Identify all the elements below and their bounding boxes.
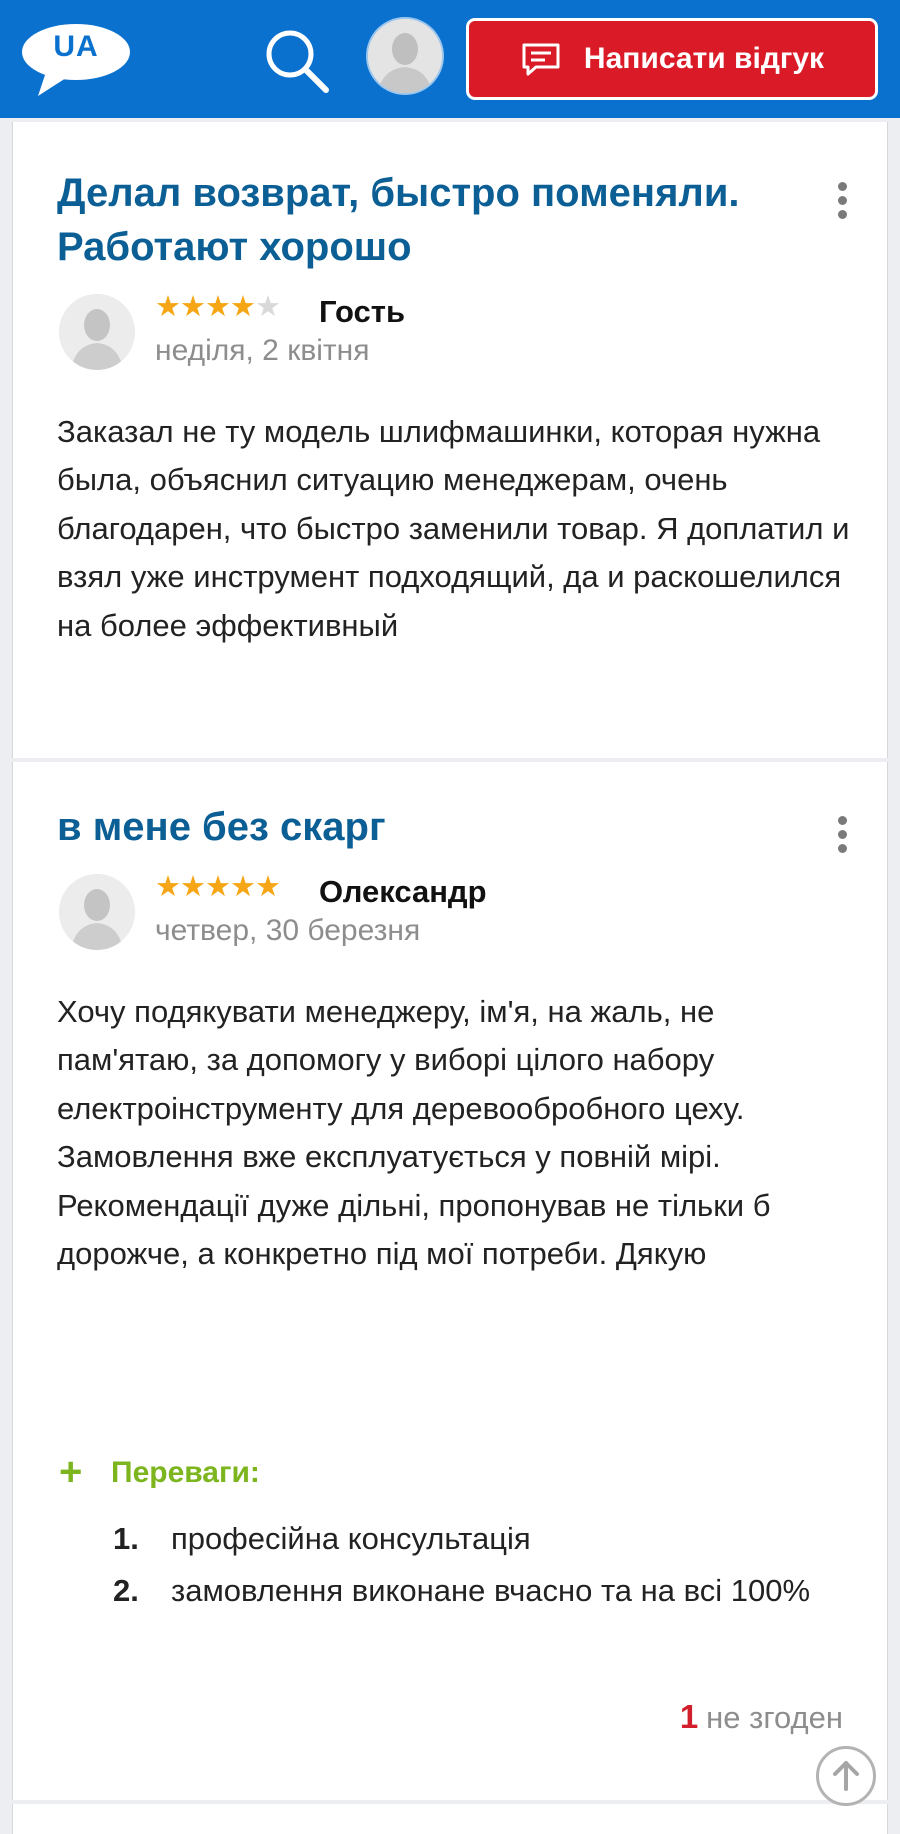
review-title[interactable]: в мене без скарг (57, 800, 817, 854)
pros-list-item: 1. професійна консультація (113, 1520, 853, 1558)
logo-text: UA (53, 30, 99, 63)
disagree-count: 1 (679, 1698, 699, 1735)
disagree-label: не згоден (706, 1700, 843, 1735)
review-author: Олександр (319, 874, 487, 909)
write-review-label: Написати відгук (583, 42, 825, 75)
review-author: Гость (319, 294, 406, 329)
disagree-button[interactable]: 1 не згоден (680, 1698, 843, 1736)
star-icon: ★ (255, 871, 281, 903)
search-button[interactable] (262, 26, 334, 98)
review-title[interactable]: Делал возврат, быстро поменяли. Работают… (57, 166, 817, 274)
write-review-button[interactable]: Написати відгук (466, 18, 878, 100)
star-icon: ★ (205, 291, 231, 323)
star-icon: ★ (180, 291, 206, 323)
star-rating: ★★★★★ (155, 291, 281, 323)
scroll-to-top-button[interactable] (816, 1746, 876, 1806)
pros-label: Переваги: (111, 1456, 260, 1489)
search-icon (266, 30, 329, 93)
more-options-icon[interactable] (835, 816, 849, 856)
star-icon: ★ (155, 291, 181, 323)
review-text: Заказал не ту модель шлифмашинки, котора… (57, 414, 850, 643)
top-bar: UA Написати відгук (0, 0, 900, 118)
comment-icon (522, 43, 560, 76)
site-logo[interactable]: UA (20, 24, 132, 100)
profile-avatar-button[interactable] (368, 19, 442, 93)
more-options-icon[interactable] (835, 182, 849, 222)
star-icon: ★ (230, 291, 256, 323)
review-text: Хочу подякувати менеджеру, ім'я, на жаль… (57, 994, 771, 1272)
list-number: 1. (113, 1521, 139, 1556)
star-icon: ★ (180, 871, 206, 903)
review-card: Делал возврат, быстро поменяли. Работают… (12, 122, 888, 758)
star-icon: ★ (230, 871, 256, 903)
pros-list-item: 2. замовлення виконане вчасно та на всі … (113, 1572, 853, 1610)
star-rating: ★★★★★ (155, 871, 281, 903)
pros-item-text: професійна консультація (171, 1521, 531, 1556)
star-icon: ★ (205, 871, 231, 903)
star-empty-icon: ★ (255, 291, 281, 323)
plus-icon: + (59, 1450, 83, 1494)
star-icon: ★ (155, 871, 181, 903)
arrow-up-icon (833, 1761, 859, 1791)
user-avatar-icon (368, 19, 442, 93)
reviewer-avatar (59, 294, 135, 370)
list-number: 2. (113, 1573, 139, 1608)
reviewer-avatar (59, 874, 135, 950)
user-avatar-icon (59, 874, 135, 950)
review-date: неділя, 2 квітня (155, 334, 370, 367)
user-avatar-icon (59, 294, 135, 370)
review-date: четвер, 30 березня (155, 914, 421, 947)
pros-item-text: замовлення виконане вчасно та на всі 100… (171, 1573, 811, 1608)
review-card: в мене без скарг ★★★★★ Олександр четвер,… (12, 762, 888, 1800)
